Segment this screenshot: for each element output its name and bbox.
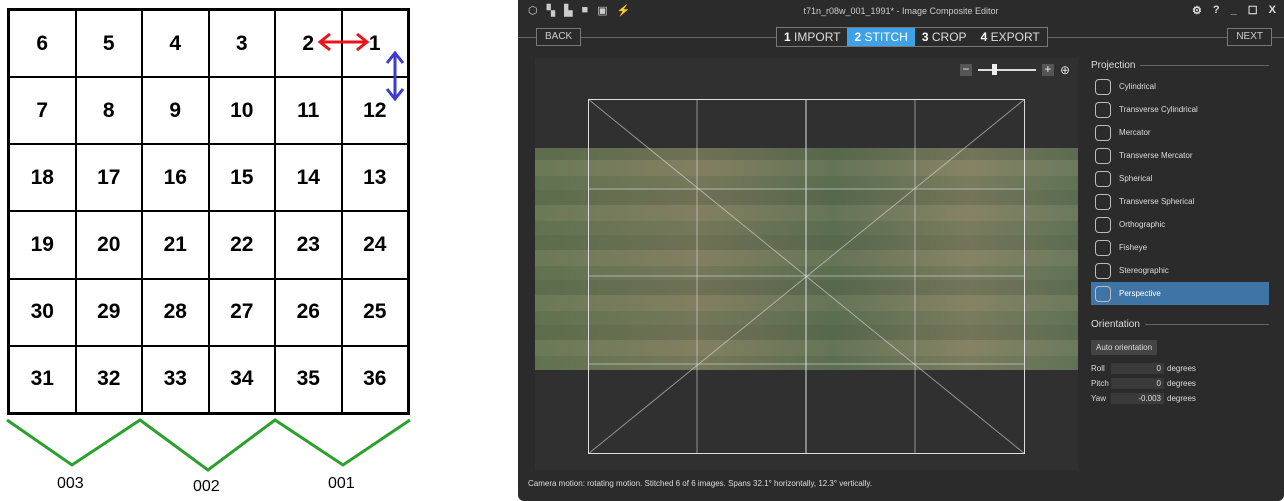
unit-label: degrees xyxy=(1167,379,1196,388)
swath-label: 003 xyxy=(57,475,84,492)
zoom-out-button[interactable]: − xyxy=(959,63,972,76)
swath-label: 001 xyxy=(328,475,355,492)
back-button[interactable]: BACK xyxy=(536,28,582,46)
projection-label: Transverse Cylindrical xyxy=(1119,105,1198,114)
maximize-button[interactable]: ☐ xyxy=(1248,4,1258,17)
projection-heading: Projection xyxy=(1091,60,1269,71)
roll-label: Roll xyxy=(1091,364,1105,373)
projection-fisheye[interactable]: Fisheye xyxy=(1091,236,1269,259)
transverse-spherical-icon xyxy=(1095,193,1111,210)
swath-label: 002 xyxy=(193,478,220,495)
zoom-control: − + ⊕ xyxy=(959,63,1070,77)
horizontal-arrow-icon xyxy=(317,32,370,52)
projection-transverse-mercator[interactable]: Transverse Mercator xyxy=(1091,144,1269,167)
zoom-slider[interactable] xyxy=(977,64,1036,75)
projection-label: Perspective xyxy=(1119,289,1161,298)
preview-canvas[interactable]: − + ⊕ xyxy=(535,58,1078,470)
image-composite-editor-window: ⬡ ▚ ▙ ■ ▣ ⚡ t71n_r08w_001_1991* - Image … xyxy=(518,0,1284,501)
crop-frame xyxy=(588,99,1025,454)
step-export[interactable]: 4 EXPORT xyxy=(974,28,1047,46)
unit-label: degrees xyxy=(1167,394,1196,403)
diagram-overlay xyxy=(6,32,411,472)
step-stitch[interactable]: 2 STITCH xyxy=(847,28,915,46)
pitch-label: Pitch xyxy=(1091,379,1109,388)
fit-to-window-icon[interactable]: ⊕ xyxy=(1060,63,1070,77)
transverse-cylindrical-icon xyxy=(1095,101,1111,118)
mercator-icon xyxy=(1095,124,1111,141)
step-crop[interactable]: 3 CROP xyxy=(915,28,974,46)
roll-input[interactable]: 0 xyxy=(1111,363,1164,374)
projection-cylindrical[interactable]: Cylindrical xyxy=(1091,75,1269,98)
wizard-steps: 1 IMPORT 2 STITCH 3 CROP 4 EXPORT xyxy=(776,27,1048,47)
status-text: Camera motion: rotating motion. Stitched… xyxy=(528,479,873,488)
swath-zigzag xyxy=(6,418,411,472)
transverse-mercator-icon xyxy=(1095,147,1111,164)
fisheye-icon xyxy=(1095,239,1111,256)
next-button[interactable]: NEXT xyxy=(1227,28,1272,46)
projection-transverse-cylindrical[interactable]: Transverse Cylindrical xyxy=(1091,98,1269,121)
title-bar: ⬡ ▚ ▙ ■ ▣ ⚡ t71n_r08w_001_1991* - Image … xyxy=(518,0,1284,22)
help-icon[interactable]: ? xyxy=(1213,4,1220,17)
orthographic-icon xyxy=(1095,216,1111,233)
window-title: t71n_r08w_001_1991* - Image Composite Ed… xyxy=(803,6,999,16)
close-button[interactable]: X xyxy=(1269,4,1276,17)
spherical-icon xyxy=(1095,170,1111,187)
projection-panel: Projection Cylindrical Transverse Cylindr… xyxy=(1091,60,1269,406)
settings-icon[interactable]: ⚙ xyxy=(1192,4,1202,17)
step-import[interactable]: 1 IMPORT xyxy=(777,28,847,46)
projection-label: Mercator xyxy=(1119,128,1151,137)
pitch-input[interactable]: 0 xyxy=(1111,378,1164,389)
zoom-slider-knob[interactable] xyxy=(991,64,997,75)
orientation-heading: Orientation xyxy=(1091,319,1269,330)
projection-label: Fisheye xyxy=(1119,243,1148,252)
unit-label: degrees xyxy=(1167,364,1196,373)
yaw-label: Yaw xyxy=(1091,394,1106,403)
projection-label: Stereographic xyxy=(1119,266,1169,275)
projection-label: Transverse Mercator xyxy=(1119,151,1193,160)
vertical-arrow-icon xyxy=(385,50,405,102)
projection-transverse-spherical[interactable]: Transverse Spherical xyxy=(1091,190,1269,213)
wizard-nav: BACK 1 IMPORT 2 STITCH 3 CROP 4 EXPORT N… xyxy=(518,27,1284,47)
projection-stereographic[interactable]: Stereographic xyxy=(1091,259,1269,282)
yaw-input[interactable]: -0.003 xyxy=(1111,393,1164,404)
projection-label: Cylindrical xyxy=(1119,82,1156,91)
projection-label: Transverse Spherical xyxy=(1119,197,1195,206)
projection-orthographic[interactable]: Orthographic xyxy=(1091,213,1269,236)
minimize-button[interactable]: _ xyxy=(1231,4,1237,17)
auto-orientation-button[interactable]: Auto orientation xyxy=(1091,340,1158,355)
perspective-icon xyxy=(1095,285,1111,302)
projection-perspective[interactable]: Perspective xyxy=(1091,282,1269,305)
projection-label: Orthographic xyxy=(1119,220,1166,229)
cylindrical-icon xyxy=(1095,78,1111,95)
projection-mercator[interactable]: Mercator xyxy=(1091,121,1269,144)
projection-spherical[interactable]: Spherical xyxy=(1091,167,1269,190)
tile-grid-diagram: 6 5 4 3 2 1 7 8 9 10 11 12 18 17 16 15 14 13 19 20 21 22 23 24 3… xyxy=(0,0,430,501)
projection-label: Spherical xyxy=(1119,174,1153,183)
stereographic-icon xyxy=(1095,262,1111,279)
zoom-in-button[interactable]: + xyxy=(1041,63,1054,76)
